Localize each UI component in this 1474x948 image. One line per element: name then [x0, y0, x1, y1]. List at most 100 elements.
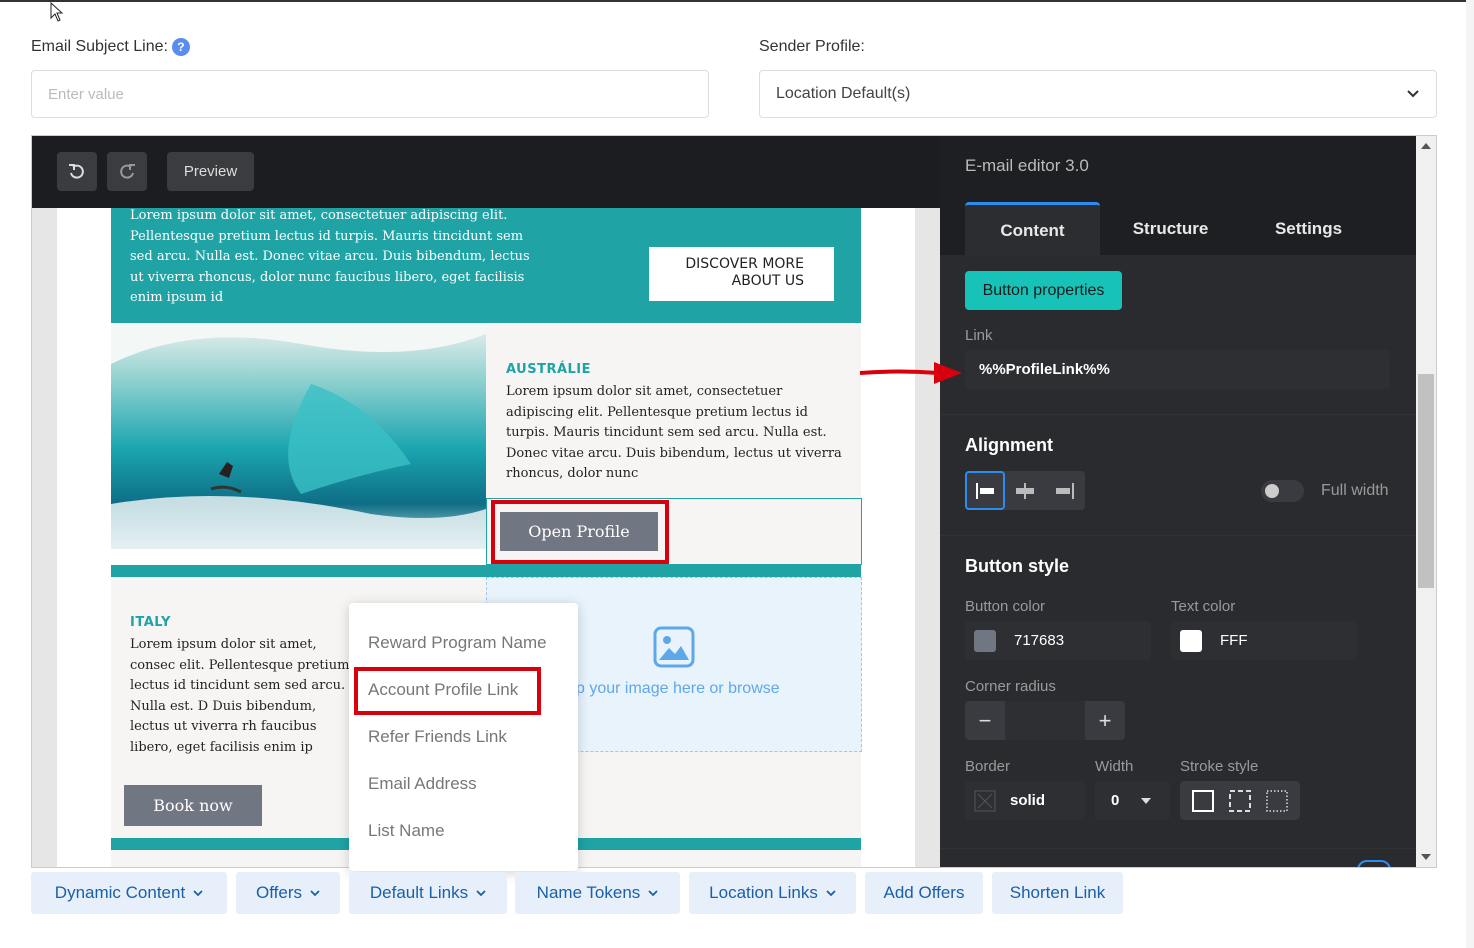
offers-button[interactable]: Offers: [236, 872, 340, 914]
align-center-button[interactable]: [1005, 471, 1045, 510]
button-color-swatch[interactable]: [974, 629, 996, 652]
decrement-button[interactable]: −: [965, 701, 1005, 740]
email-editor: Preview Lorem ipsum dolor sit amet, cons…: [31, 135, 1437, 868]
dynamic-content-button[interactable]: Dynamic Content: [31, 872, 227, 914]
text-color-value: FFF: [1220, 632, 1248, 649]
dropdown-item-reward-program-name[interactable]: Reward Program Name: [368, 633, 547, 653]
sidebar-scrollbar[interactable]: [1416, 136, 1436, 867]
editor-title: E-mail editor 3.0: [965, 156, 1089, 175]
chip-label: Shorten Link: [1009, 883, 1106, 902]
tab-content[interactable]: Content: [965, 202, 1100, 256]
dotted-stroke-icon[interactable]: [1265, 789, 1289, 813]
italy-title: ITALY: [130, 615, 171, 630]
annotation-arrow-icon: [859, 362, 962, 384]
caret-down-icon: [1141, 797, 1152, 804]
corner-radius-label: Corner radius: [965, 678, 1056, 695]
editor-toolbar: Preview: [32, 136, 940, 208]
help-icon[interactable]: ?: [171, 38, 190, 56]
mouse-cursor-icon: [50, 2, 64, 22]
dropdown-item-list-name[interactable]: List Name: [368, 821, 445, 841]
chevron-down-icon: [826, 890, 836, 896]
border-value: solid: [1010, 792, 1046, 809]
border-label: Border: [965, 758, 1011, 775]
button-properties-badge: Button properties: [965, 271, 1122, 310]
default-links-button[interactable]: Default Links: [349, 872, 507, 914]
book-now-button[interactable]: Book now: [124, 785, 262, 826]
tab-structure[interactable]: Structure: [1103, 202, 1238, 256]
sidebar-panel: Button properties Link %%ProfileLink%% A…: [940, 255, 1416, 867]
chevron-down-icon: [476, 890, 486, 896]
australia-text: Lorem ipsum dolor sit amet, consectetuer…: [506, 384, 842, 482]
chip-label: Name Tokens: [536, 883, 641, 902]
link-input[interactable]: %%ProfileLink%%: [965, 350, 1390, 389]
increment-button[interactable]: +: [1085, 701, 1125, 740]
page-scrollbar[interactable]: [1466, 0, 1474, 948]
full-width-label: Full width: [1321, 482, 1389, 499]
link-label: Link: [965, 327, 993, 344]
subject-placeholder: Enter value: [48, 85, 124, 103]
solid-stroke-icon[interactable]: [1191, 789, 1215, 813]
surf-wave-image[interactable]: [111, 324, 486, 549]
subject-label: Email Subject Line:?: [31, 38, 190, 56]
sender-select[interactable]: Location Default(s): [759, 70, 1437, 118]
chip-label: Dynamic Content: [54, 883, 186, 902]
italy-text: Lorem ipsum dolor sit amet, consec elit.…: [130, 637, 350, 755]
name-tokens-button[interactable]: Name Tokens: [515, 872, 680, 914]
tab-settings[interactable]: Settings: [1241, 202, 1376, 256]
australia-section: AUSTRÁLIE Lorem ipsum dolor sit amet, co…: [486, 324, 861, 498]
button-color-input[interactable]: 717683: [965, 621, 1151, 660]
australia-title: AUSTRÁLIE: [506, 362, 592, 377]
text-color-input[interactable]: FFF: [1171, 621, 1357, 660]
open-profile-button[interactable]: Open Profile: [500, 512, 658, 551]
scrollbar-thumb[interactable]: [1418, 374, 1434, 588]
corner-radius-stepper: − +: [965, 701, 1125, 740]
full-width-toggle[interactable]: [1261, 480, 1304, 502]
toggle-partial[interactable]: [1357, 860, 1391, 867]
divider: [940, 535, 1416, 536]
subject-input[interactable]: Enter value: [31, 70, 709, 118]
alignment-group: [965, 471, 1085, 510]
redo-button[interactable]: [107, 152, 147, 191]
width-select[interactable]: 0: [1095, 781, 1170, 820]
chip-label: Offers: [256, 883, 302, 902]
border-select[interactable]: solid: [965, 781, 1085, 820]
default-links-dropdown: Reward Program Name Account Profile Link…: [349, 603, 578, 871]
location-links-button[interactable]: Location Links: [689, 872, 856, 914]
undo-button[interactable]: [57, 152, 97, 191]
align-left-button[interactable]: [965, 471, 1005, 510]
chevron-down-icon: [193, 890, 203, 896]
text-color-label: Text color: [1171, 598, 1236, 615]
align-right-icon: [1056, 482, 1074, 499]
dropdown-item-email-address[interactable]: Email Address: [368, 774, 477, 794]
add-offers-button[interactable]: Add Offers: [865, 872, 983, 914]
divider: [940, 414, 1416, 415]
scroll-down-icon[interactable]: [1421, 853, 1431, 861]
chevron-down-icon: [1407, 90, 1419, 98]
sender-label: Sender Profile:: [759, 38, 865, 55]
text-color-swatch[interactable]: [1180, 629, 1202, 652]
divider: [940, 848, 1416, 849]
align-right-button[interactable]: [1045, 471, 1085, 510]
dropdown-highlight-box: [354, 667, 541, 715]
shorten-link-button[interactable]: Shorten Link: [992, 872, 1123, 914]
scroll-up-icon[interactable]: [1421, 142, 1431, 150]
corner-radius-input[interactable]: [1005, 701, 1085, 740]
image-placeholder-icon: [653, 626, 695, 668]
chip-label: Default Links: [369, 883, 469, 902]
no-color-icon: [974, 790, 996, 811]
width-value: 0: [1111, 792, 1120, 809]
button-style-title: Button style: [965, 556, 1070, 576]
teal-divider: [111, 565, 861, 577]
preview-button[interactable]: Preview: [167, 152, 254, 191]
alignment-title: Alignment: [965, 435, 1053, 455]
dropdown-item-refer-friends-link[interactable]: Refer Friends Link: [368, 727, 507, 747]
button-color-label: Button color: [965, 598, 1046, 615]
align-center-icon: [1016, 482, 1034, 499]
chevron-down-icon: [310, 890, 320, 896]
dashed-stroke-icon[interactable]: [1228, 789, 1252, 813]
undo-icon: [69, 163, 84, 179]
chip-label: Add Offers: [883, 883, 965, 902]
stroke-style-group: [1180, 781, 1300, 820]
stroke-style-label: Stroke style: [1180, 758, 1259, 775]
discover-more-button[interactable]: DISCOVER MORE ABOUT US: [649, 247, 834, 301]
